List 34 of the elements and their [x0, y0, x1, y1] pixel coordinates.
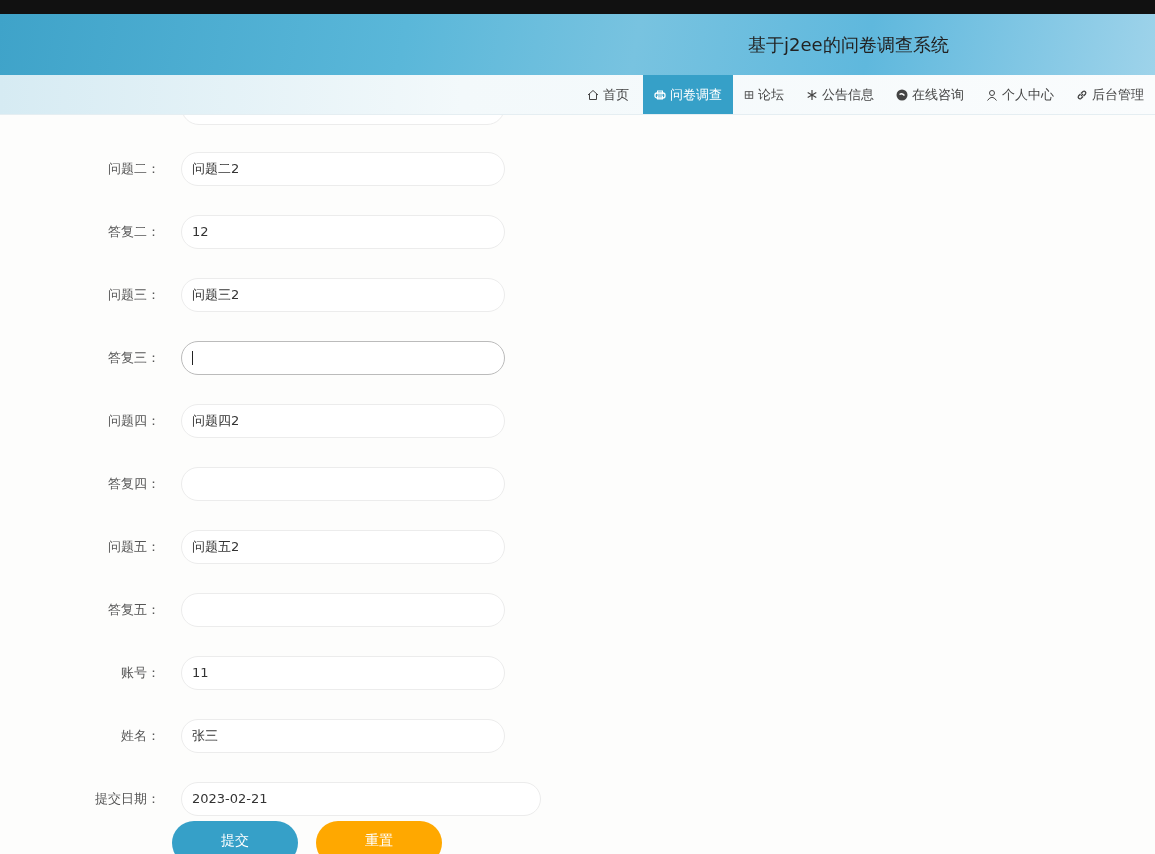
- chat-icon: [896, 88, 908, 101]
- field-label: 问题三：: [107, 285, 161, 304]
- field-label: 账号：: [120, 663, 161, 682]
- field-label: 答复三：: [107, 348, 161, 367]
- link-icon: [1076, 88, 1088, 101]
- field-label: 问题四：: [107, 411, 161, 430]
- input-field[interactable]: 问题五2: [181, 529, 505, 564]
- field-label: 姓名：: [120, 726, 161, 745]
- field-label: 问题二：: [107, 159, 161, 178]
- nav-tab[interactable]: 个人中心: [975, 75, 1065, 114]
- field-label: 答复四：: [107, 474, 161, 493]
- input-field[interactable]: 问题三2: [181, 277, 505, 312]
- nav-tab[interactable]: 首页: [576, 75, 640, 114]
- nav-tab[interactable]: 论坛: [733, 75, 795, 114]
- field-label: 问题五：: [107, 537, 161, 556]
- input-field[interactable]: [181, 340, 505, 375]
- nav-tab[interactable]: 在线咨询: [885, 75, 975, 114]
- field-label: 答复二：: [107, 222, 161, 241]
- input-field[interactable]: 问题四2: [181, 403, 505, 438]
- printer-icon: [654, 88, 666, 101]
- input-field[interactable]: 问题二2: [181, 151, 505, 186]
- field-label: 提交日期：: [94, 789, 161, 808]
- user-icon: [986, 88, 998, 101]
- input-field[interactable]: 12: [181, 214, 505, 249]
- input-field[interactable]: 2023-02-21: [181, 781, 541, 816]
- nav-tab[interactable]: 后台管理: [1065, 75, 1155, 114]
- grid-icon: [744, 89, 754, 100]
- field-label: 答复五：: [107, 600, 161, 619]
- input-field[interactable]: 11: [181, 655, 505, 690]
- site-title: 基于j2ee的问卷调查系统: [748, 32, 949, 57]
- nav-tab[interactable]: 公告信息: [795, 75, 885, 114]
- snowflake-icon: [806, 88, 818, 101]
- home-icon: [587, 88, 599, 101]
- input-field[interactable]: 张三: [181, 718, 505, 753]
